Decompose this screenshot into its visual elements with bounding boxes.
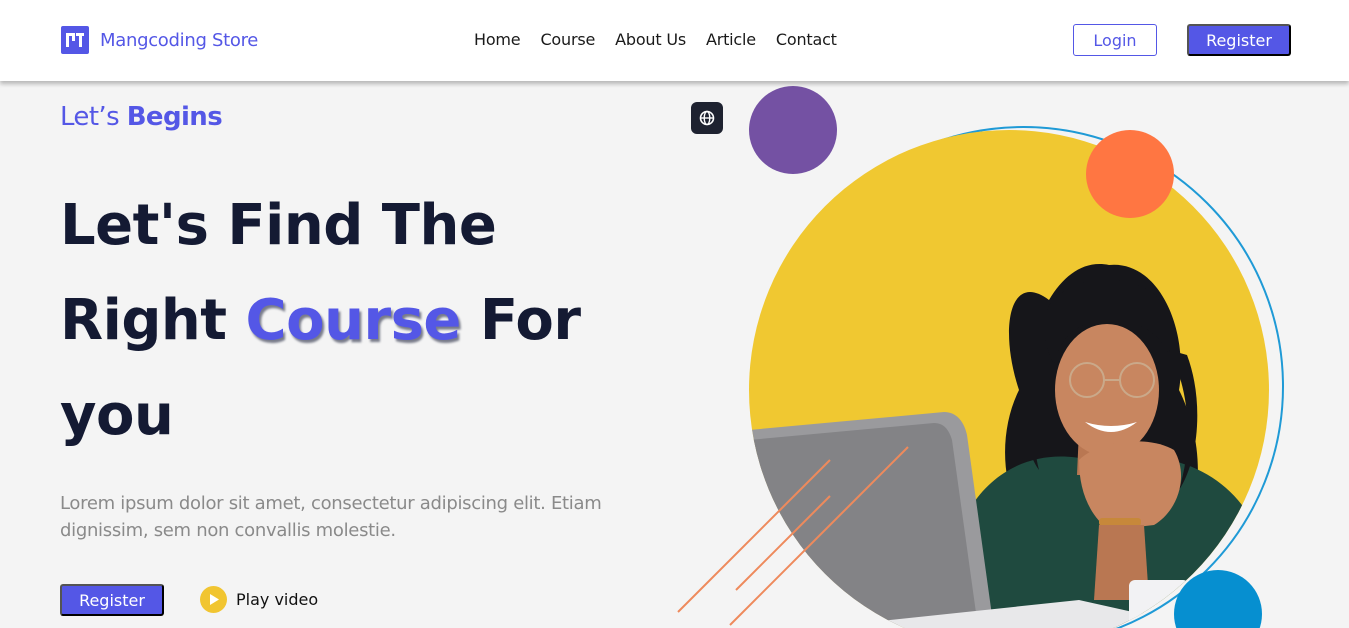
headline-accent: Course bbox=[245, 288, 462, 353]
hero-kicker: Let’s Begins bbox=[60, 102, 223, 132]
headline-for: For bbox=[460, 288, 581, 353]
play-video-label: Play video bbox=[236, 590, 319, 609]
decor-circle-orange bbox=[1086, 130, 1174, 218]
register-button-hero[interactable]: Register bbox=[60, 584, 164, 616]
nav-home[interactable]: Home bbox=[474, 30, 521, 49]
nav-course[interactable]: Course bbox=[540, 30, 595, 49]
nav-article[interactable]: Article bbox=[706, 30, 756, 49]
hero-headline: Let's Find The Right Course For you bbox=[60, 178, 680, 463]
headline-line-2: Right Course For bbox=[60, 273, 680, 368]
brand-link[interactable]: Mangcoding Store bbox=[61, 26, 258, 54]
play-video-button[interactable]: Play video bbox=[200, 586, 318, 613]
headline-line-1: Let's Find The bbox=[60, 193, 497, 258]
hero-description: Lorem ipsum dolor sit amet, consectetur … bbox=[60, 493, 602, 541]
globe-badge-icon bbox=[691, 102, 723, 134]
kicker-strong: Begins bbox=[126, 102, 223, 132]
store-logo-icon bbox=[61, 26, 89, 54]
nav-about-us[interactable]: About Us bbox=[615, 30, 686, 49]
play-icon bbox=[200, 586, 227, 613]
brand-name: Mangcoding Store bbox=[100, 29, 259, 51]
login-button[interactable]: Login bbox=[1073, 24, 1157, 56]
decor-stripes bbox=[677, 446, 909, 626]
kicker-prefix: Let’s bbox=[60, 102, 127, 132]
headline-right: Right bbox=[60, 288, 246, 353]
headline-line-3: you bbox=[60, 383, 174, 448]
register-button-header[interactable]: Register bbox=[1187, 24, 1291, 56]
nav-contact[interactable]: Contact bbox=[776, 30, 837, 49]
navbar: Mangcoding Store Home Course About Us Ar… bbox=[0, 0, 1349, 81]
main-nav: Home Course About Us Article Contact bbox=[474, 30, 857, 49]
